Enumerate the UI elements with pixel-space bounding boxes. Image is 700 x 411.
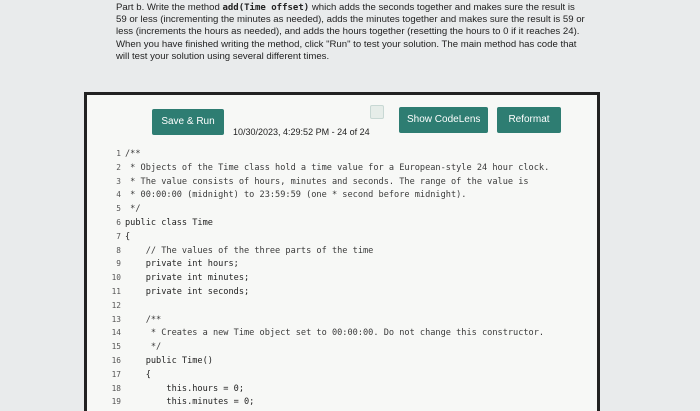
code-line[interactable]: 14 * Creates a new Time object set to 00… [87,326,597,340]
code-line[interactable]: 12 [87,299,597,313]
line-number: 13 [111,314,121,324]
code-text: private int seconds; [125,287,250,297]
line-number: 6 [116,218,121,227]
code-line[interactable]: 1 /** [87,147,597,161]
code-text: private int minutes; [125,273,250,284]
code-line[interactable]: 10 private int minutes; [87,271,597,285]
line-number: 10 [111,273,121,283]
line-number: 19 [111,397,121,407]
line-number: 16 [111,356,121,365]
code-line[interactable]: 19 this.minutes = 0; [87,395,597,409]
code-line[interactable]: 13 /** [87,313,597,327]
code-text: * The value consists of hours, minutes a… [125,176,529,187]
code-text: * 00:00:00 (midnight) to 23:59:59 (one *… [125,190,467,201]
code-line[interactable]: 6 public class Time [87,216,597,230]
code-text: private int hours; [125,259,239,270]
code-text: /** [125,314,162,325]
instructions-prefix: Part b. Write the method [116,2,223,13]
code-text: { [125,231,131,242]
line-number: 18 [111,383,121,393]
code-line[interactable]: 15 */ [87,340,597,354]
code-editor-panel: Save & Run Show CodeLens Reformat 10/30/… [84,92,600,411]
method-signature: add(Time offset) [222,3,310,13]
code-line[interactable]: 7{ [87,230,597,244]
line-number: 3 [116,176,121,186]
code-line[interactable]: 3 * The value consists of hours, minutes… [87,175,597,189]
editor-toolbar: Save & Run Show CodeLens Reformat 10/30/… [87,95,597,145]
save-timestamp: 10/30/2023, 4:29:52 PM - 24 of 24 [233,127,370,137]
code-line[interactable]: 8 // The values of the three parts of th… [87,244,597,258]
code-text: */ [125,204,141,215]
code-text: // The values of the three parts of the … [125,245,374,256]
line-number: 14 [111,328,121,338]
code-line[interactable]: 2 * Objects of the Time class hold a tim… [87,161,597,175]
line-number: 7 [116,231,121,241]
code-text: /** [125,149,141,159]
line-number: 5 [116,204,121,214]
line-number: 8 [116,245,121,255]
code-line[interactable]: 11 private int seconds; [87,285,597,299]
line-number: 15 [111,342,121,352]
code-text: this.minutes = 0; [125,397,255,408]
code-line[interactable]: 17 { [87,368,597,382]
save-run-button[interactable]: Save & Run [152,109,224,135]
code-text: public class Time [125,218,213,228]
line-number: 2 [116,162,121,172]
line-number: 11 [111,287,121,296]
code-editor[interactable]: 1 /** 2 * Objects of the Time class hold a… [87,143,597,411]
instructions-text: Part b. Write the method add(Time offset… [116,2,586,63]
code-text: * Objects of the Time class hold a time … [125,162,550,173]
line-number: 4 [116,190,121,200]
line-number: 17 [111,369,121,379]
reformat-button[interactable]: Reformat [497,107,561,133]
line-number: 9 [116,259,121,269]
line-number: 12 [111,300,121,310]
show-codelens-button[interactable]: Show CodeLens [399,107,488,133]
line-number: 1 [116,149,121,158]
code-text: public Time() [125,356,213,366]
code-line[interactable]: 16 public Time() [87,354,597,368]
code-line[interactable]: 4 * 00:00:00 (midnight) to 23:59:59 (one… [87,188,597,202]
code-line[interactable]: 18 this.hours = 0; [87,382,597,396]
code-line[interactable]: 9 private int hours; [87,257,597,271]
code-text: * Creates a new Time object set to 00:00… [125,328,545,339]
faded-icon [370,105,384,119]
code-text: */ [125,342,162,353]
code-text: this.hours = 0; [125,383,244,394]
code-line[interactable]: 5 */ [87,202,597,216]
code-text: { [125,369,151,380]
